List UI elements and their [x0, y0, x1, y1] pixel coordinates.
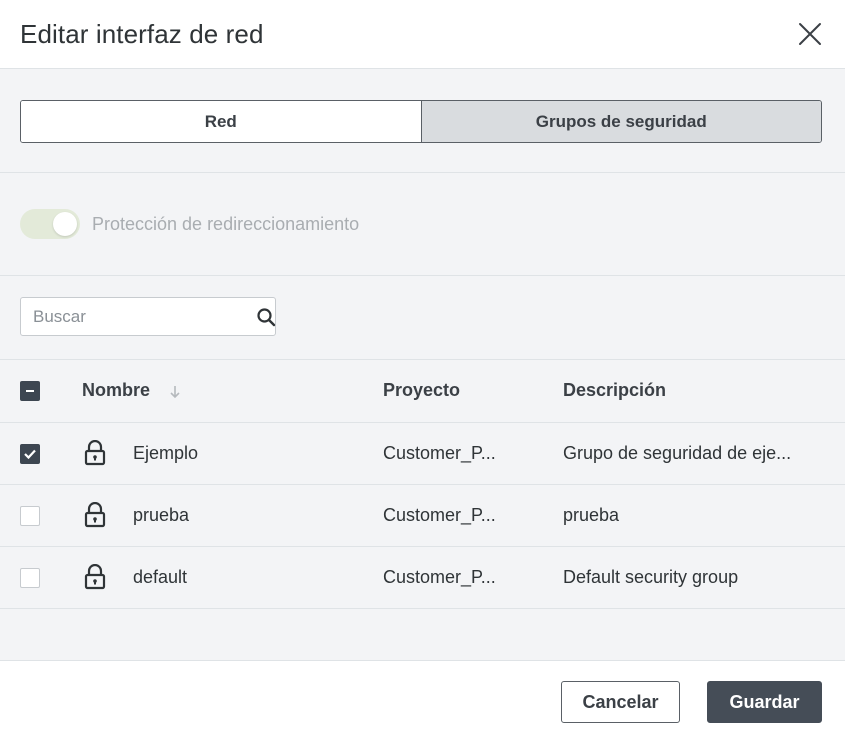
description-cell: Grupo de seguridad de eje... — [563, 442, 792, 463]
lock-icon — [82, 440, 108, 466]
project-cell: Customer_P... — [383, 504, 496, 525]
dialog-title: Editar interfaz de red — [20, 18, 264, 49]
header-checkbox-cell — [0, 360, 82, 422]
tabs-section: Red Grupos de seguridad — [0, 69, 845, 173]
row-checkbox[interactable] — [20, 567, 40, 588]
lock-icon — [82, 502, 108, 528]
save-button[interactable]: Guardar — [707, 681, 822, 723]
close-icon — [799, 23, 821, 45]
description-cell: Default security group — [563, 566, 739, 587]
select-all-checkbox[interactable] — [20, 381, 40, 402]
name-cell: prueba — [82, 484, 383, 546]
tab-grupos-de-seguridad[interactable]: Grupos de seguridad — [420, 101, 821, 142]
name-cell: Ejemplo — [82, 422, 383, 484]
toggle-label: Protección de redireccionamiento — [92, 213, 360, 234]
edit-network-interface-dialog: Editar interfaz de red Red Grupos de seg… — [0, 0, 845, 743]
row-name: Ejemplo — [133, 442, 199, 463]
cancel-button[interactable]: Cancelar — [561, 681, 680, 723]
description-cell: prueba — [563, 504, 620, 525]
dialog-header: Editar interfaz de red — [0, 0, 845, 69]
search-box — [20, 297, 276, 336]
row-name: prueba — [133, 504, 190, 525]
minus-icon — [26, 390, 34, 393]
table-row[interactable]: prueba Customer_P... prueba — [0, 484, 845, 546]
row-checkbox-cell — [0, 546, 82, 608]
row-checkbox[interactable] — [20, 505, 40, 526]
row-checkbox-cell — [0, 422, 82, 484]
column-header-label: Nombre — [82, 380, 151, 401]
row-checkbox[interactable] — [20, 443, 40, 464]
check-icon — [24, 449, 36, 459]
dialog-footer: Cancelar Guardar — [0, 660, 845, 743]
column-header-nombre[interactable]: Nombre — [82, 360, 383, 422]
row-name: default — [133, 566, 188, 587]
lock-icon — [82, 564, 108, 590]
search-button[interactable] — [256, 306, 276, 328]
tab-red[interactable]: Red — [21, 101, 421, 142]
table-row[interactable]: default Customer_P... Default security g… — [0, 546, 845, 608]
search-icon — [257, 307, 276, 326]
search-section — [0, 276, 845, 360]
dialog-body: Red Grupos de seguridad Protección de re… — [0, 69, 845, 660]
toggle-section: Protección de redireccionamiento — [0, 173, 845, 276]
tab-switcher: Red Grupos de seguridad — [20, 100, 822, 143]
close-button[interactable] — [795, 19, 825, 49]
project-cell: Customer_P... — [383, 442, 496, 463]
column-header-descripcion[interactable]: Descripción — [563, 360, 845, 422]
toggle-knob — [53, 212, 77, 236]
security-groups-table: Nombre Proyecto Descripción Ejemplo Cust… — [0, 360, 845, 609]
project-cell: Customer_P... — [383, 566, 496, 587]
table-row[interactable]: Ejemplo Customer_P... Grupo de seguridad… — [0, 422, 845, 484]
table-header-row: Nombre Proyecto Descripción — [0, 360, 845, 422]
sort-down-arrow-icon — [170, 385, 180, 398]
name-cell: default — [82, 546, 383, 608]
row-checkbox-cell — [0, 484, 82, 546]
search-input[interactable] — [31, 305, 256, 328]
redirect-protection-toggle[interactable] — [20, 209, 80, 239]
column-header-proyecto[interactable]: Proyecto — [383, 360, 563, 422]
